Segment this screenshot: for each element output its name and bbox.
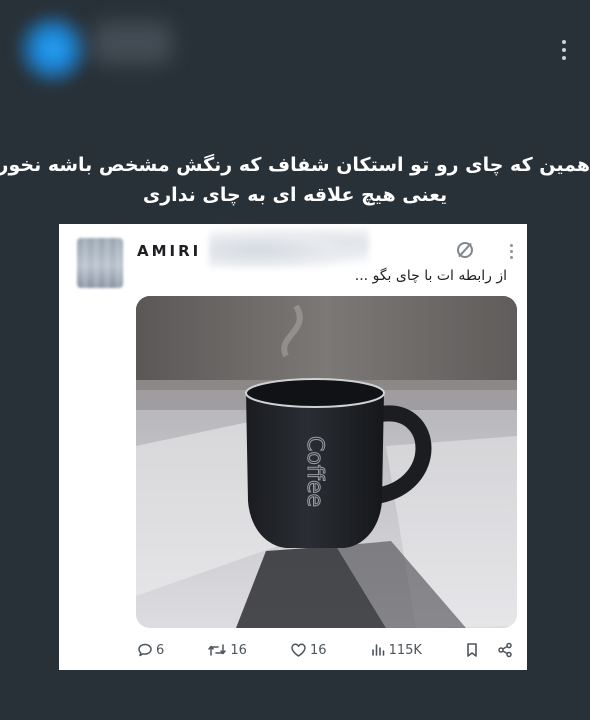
like-count: 16 xyxy=(309,642,327,658)
retweet-count: 16 xyxy=(230,642,247,658)
tweet-text: از رابطه ات با چای بگو ... xyxy=(354,268,507,284)
tweet-actions-bar: 6 16 16 115K xyxy=(137,639,513,661)
reply-button[interactable]: 6 xyxy=(137,642,164,658)
retweet-icon xyxy=(208,644,227,656)
more-options-button[interactable] xyxy=(562,40,568,60)
like-button[interactable]: 16 xyxy=(290,642,327,658)
caption-line-1: همین که چای رو تو استکان شفاف که رنگش مش… xyxy=(0,154,590,176)
retweet-button[interactable]: 16 xyxy=(207,642,247,658)
reply-count: 6 xyxy=(156,642,165,658)
share-icon[interactable] xyxy=(497,642,513,658)
top-author-name-blurred xyxy=(92,22,172,64)
embedded-tweet-card[interactable]: AMIRI از رابطه ات با چای بگو ... Coffee … xyxy=(59,224,527,670)
no-symbol-logo-icon[interactable] xyxy=(455,240,475,260)
post-caption: همین که چای رو تو استکان شفاف که رنگش مش… xyxy=(0,150,590,210)
tweet-author-name[interactable]: AMIRI xyxy=(137,242,201,260)
tweet-photo[interactable]: Coffee xyxy=(136,296,517,628)
tweet-author-avatar[interactable] xyxy=(77,238,123,288)
caption-line-2: یعنی هیچ علاقه ای به چای نداری xyxy=(142,184,448,206)
heart-icon xyxy=(291,643,306,657)
bar-chart-icon xyxy=(371,644,384,656)
kebab-icon xyxy=(562,40,566,44)
comment-icon xyxy=(138,643,152,657)
bookmark-icon[interactable] xyxy=(465,642,479,658)
tweet-author-name-blurred xyxy=(209,228,369,268)
tweet-more-button[interactable] xyxy=(510,244,513,259)
views-button[interactable]: 115K xyxy=(370,642,422,658)
mug-coffee-text: Coffee xyxy=(302,436,327,507)
views-count: 115K xyxy=(388,642,422,658)
tweet-actions-right xyxy=(465,642,513,658)
top-author-avatar[interactable] xyxy=(14,10,92,88)
